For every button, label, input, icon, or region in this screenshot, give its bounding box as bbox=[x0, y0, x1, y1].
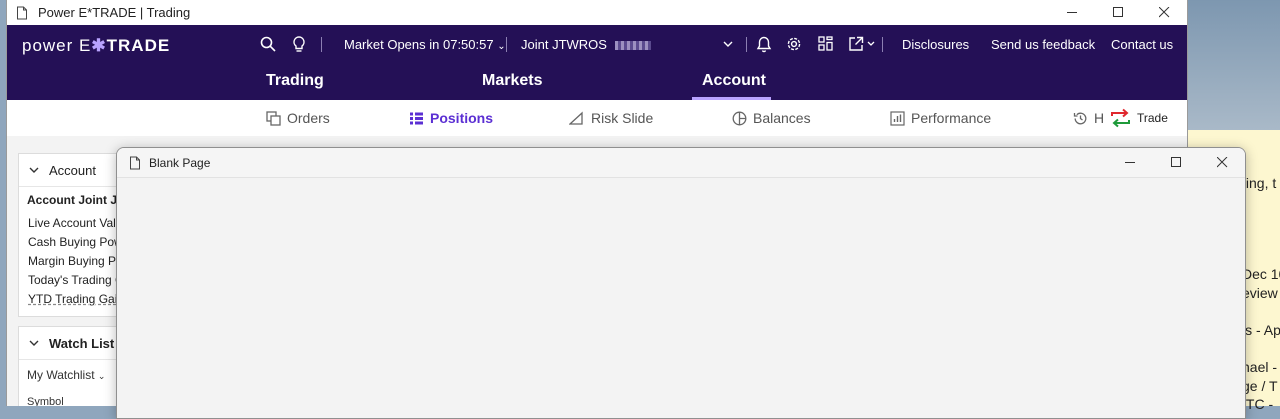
window-titlebar[interactable]: Power E*TRADE | Trading bbox=[7, 0, 1187, 25]
note-line: Dec 10 bbox=[1242, 266, 1280, 282]
tab-trading[interactable]: Trading bbox=[266, 72, 324, 90]
blank-window-titlebar[interactable]: Blank Page bbox=[117, 148, 1245, 178]
disclosures-link[interactable]: Disclosures bbox=[902, 37, 969, 52]
nav-divider bbox=[506, 37, 507, 52]
nav-divider bbox=[321, 37, 322, 52]
contact-us-link[interactable]: Contact us bbox=[1111, 37, 1173, 52]
note-line: eview bbox=[1242, 285, 1278, 301]
chevron-down-icon[interactable] bbox=[723, 41, 733, 48]
subtab-positions[interactable]: Positions bbox=[409, 110, 493, 126]
desktop-background bbox=[1186, 0, 1280, 130]
tab-account[interactable]: Account bbox=[702, 72, 766, 90]
nav-divider bbox=[746, 37, 747, 52]
subtab-orders[interactable]: Orders bbox=[266, 110, 330, 126]
gear-icon[interactable] bbox=[786, 36, 802, 52]
bell-icon[interactable] bbox=[756, 36, 772, 53]
external-link-icon[interactable] bbox=[848, 36, 864, 52]
window-title: Blank Page bbox=[149, 155, 211, 170]
positions-icon bbox=[410, 112, 423, 124]
note-line: ge / T bbox=[1242, 378, 1278, 394]
chevron-down-icon bbox=[29, 340, 39, 346]
lightbulb-icon[interactable] bbox=[292, 36, 306, 53]
search-icon[interactable] bbox=[260, 36, 276, 52]
balances-icon bbox=[732, 111, 747, 125]
trade-arrows-icon bbox=[1111, 108, 1130, 128]
market-status-dropdown[interactable]: Market Opens in 07:50:57 ⌄ bbox=[344, 37, 506, 52]
subtab-risk-slide[interactable]: Risk Slide bbox=[569, 110, 653, 126]
subtab-performance[interactable]: Performance bbox=[890, 110, 991, 126]
layout-grid-icon[interactable] bbox=[818, 36, 833, 51]
window-title: Power E*TRADE | Trading bbox=[38, 5, 191, 20]
history-icon bbox=[1073, 112, 1087, 124]
page-icon bbox=[17, 6, 27, 19]
power-etrade-logo[interactable]: power E✱TRADE bbox=[22, 36, 170, 56]
maximize-button[interactable] bbox=[1153, 148, 1199, 177]
minimize-button[interactable] bbox=[1049, 0, 1095, 25]
send-feedback-link[interactable]: Send us feedback bbox=[991, 37, 1095, 52]
maximize-button[interactable] bbox=[1095, 0, 1141, 25]
trade-button[interactable]: Trade bbox=[1110, 108, 1168, 128]
minimize-button[interactable] bbox=[1107, 148, 1153, 177]
close-button[interactable] bbox=[1199, 148, 1245, 177]
redacted-account-number bbox=[614, 41, 651, 51]
subtab-history[interactable]: H bbox=[1073, 110, 1104, 126]
tab-markets[interactable]: Markets bbox=[482, 72, 542, 90]
close-button[interactable] bbox=[1141, 0, 1187, 25]
account-subnav: Orders Positions Risk Slide Balances Per… bbox=[7, 100, 1187, 136]
account-selector[interactable]: Joint JTWROS bbox=[521, 37, 651, 52]
blank-page-content bbox=[117, 178, 1245, 418]
orders-icon bbox=[266, 110, 281, 126]
nav-divider bbox=[882, 37, 883, 52]
note-line: nael - bbox=[1242, 359, 1278, 375]
performance-chart-icon bbox=[890, 110, 905, 126]
chevron-down-icon bbox=[29, 167, 39, 173]
risk-slide-icon bbox=[569, 111, 583, 125]
page-icon bbox=[130, 156, 140, 169]
note-line: is - Ap bbox=[1242, 322, 1280, 338]
blank-page-window: Blank Page bbox=[116, 147, 1246, 419]
subtab-balances[interactable]: Balances bbox=[732, 110, 811, 126]
top-navigation: power E✱TRADE Market Opens in 07:50:57 ⌄… bbox=[7, 25, 1187, 100]
note-line: ITC - bbox=[1242, 396, 1274, 412]
note-line: ting, t bbox=[1242, 175, 1277, 191]
chevron-down-icon[interactable] bbox=[867, 41, 875, 47]
